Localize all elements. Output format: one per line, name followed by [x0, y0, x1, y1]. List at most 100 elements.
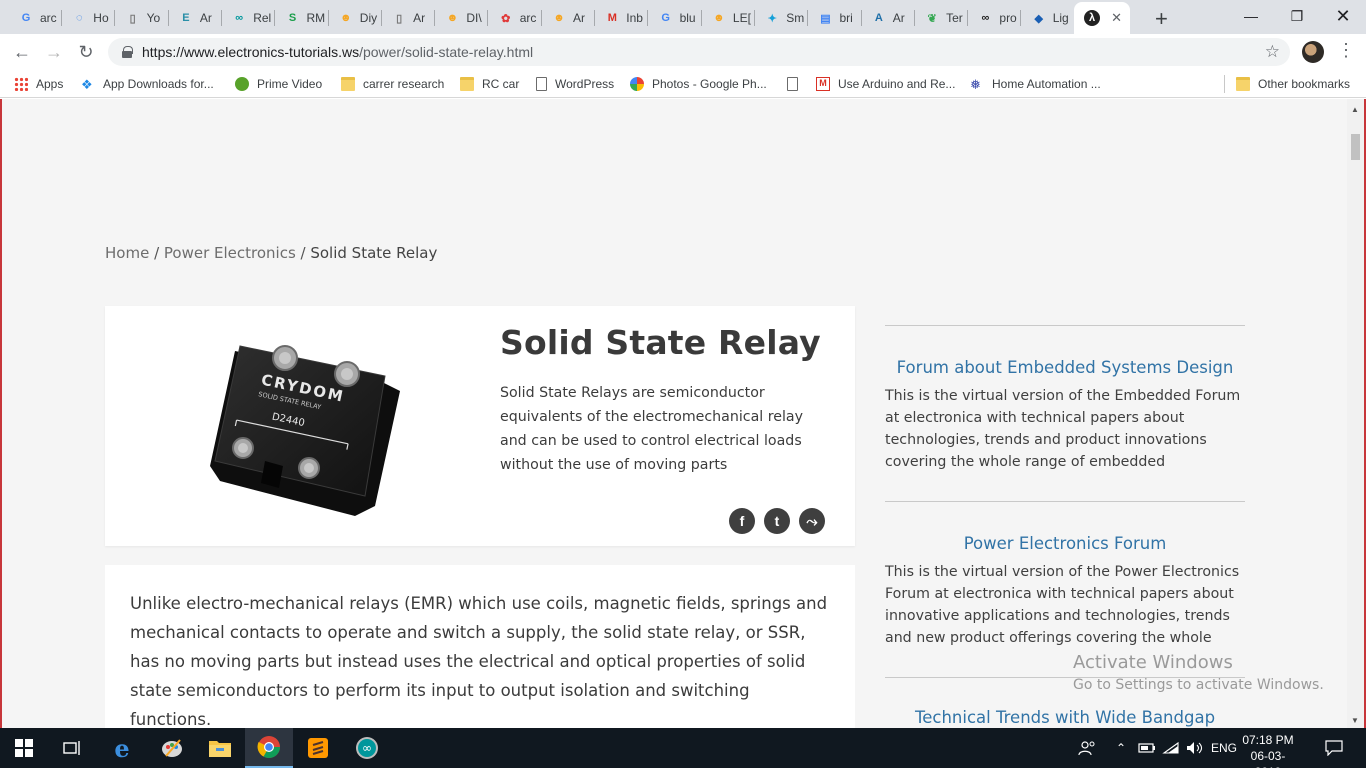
new-tab-button[interactable]: + — [1155, 6, 1168, 32]
browser-tab[interactable]: ▤ bri — [808, 2, 862, 34]
bookmark-rc-car[interactable]: RC car — [460, 75, 519, 93]
bookmark-star-icon[interactable]: ☆ — [1265, 42, 1280, 62]
bookmark-app-downloads[interactable]: ❖ App Downloads for... — [81, 75, 214, 93]
reload-icon[interactable]: ↻ — [74, 41, 98, 63]
tab-title: bri — [839, 11, 853, 25]
sidebar-item-title-link[interactable]: Power Electronics Forum — [885, 534, 1245, 553]
bookmark-untitled[interactable] — [787, 75, 806, 93]
language-indicator[interactable]: ENG — [1211, 728, 1237, 768]
twitter-share-icon[interactable]: t — [764, 508, 790, 534]
browser-tab[interactable]: ▯ Ar — [381, 2, 436, 34]
browser-tab[interactable]: A Ar — [861, 2, 915, 34]
browser-tab[interactable]: ❦ Ter — [914, 2, 969, 34]
svg-text:∞: ∞ — [362, 741, 372, 755]
hub-icon: ❅ — [970, 77, 981, 92]
sidebar-item-power-forum: Power Electronics Forum This is the virt… — [885, 534, 1245, 649]
activate-windows-watermark: Activate Windows Go to Settings to activ… — [1073, 652, 1324, 693]
chrome-browser-icon[interactable] — [245, 728, 293, 768]
bookmark-apps[interactable]: Apps — [14, 75, 63, 93]
share-icon[interactable]: ⤳ — [799, 508, 825, 534]
browser-tab[interactable]: ✿ arc — [488, 2, 542, 34]
gmail-icon: M — [607, 12, 617, 24]
system-clock[interactable]: 07:18 PM 06-03-2019 — [1238, 732, 1298, 768]
article-body-card: Unlike electro-mechanical relays (EMR) w… — [105, 565, 855, 728]
browser-tab[interactable]: ∞ Rel — [221, 2, 276, 34]
browser-tab[interactable]: M Inb — [594, 2, 649, 34]
task-view-icon[interactable] — [48, 728, 96, 768]
scroll-thumb[interactable] — [1351, 134, 1360, 160]
browser-tab[interactable]: ☻ Ar — [541, 2, 595, 34]
arduino-ide-icon[interactable]: ∞ — [343, 728, 391, 768]
bookmark-other-bookmarks[interactable]: Other bookmarks — [1236, 75, 1350, 93]
breadcrumb-home-link[interactable]: Home — [105, 244, 149, 262]
address-bar[interactable]: https://www.electronics-tutorials.ws/pow… — [108, 38, 1290, 66]
forward-icon[interactable]: → — [42, 41, 66, 63]
sidebar-item-title-link[interactable]: Forum about Embedded Systems Design — [885, 358, 1245, 377]
lock-icon[interactable] — [122, 46, 133, 58]
browser-tab[interactable]: ☻ LE[ — [701, 2, 755, 34]
leaf-s-icon: S — [288, 12, 297, 24]
browser-tab[interactable]: Gblu — [648, 2, 702, 34]
page-scrollbar[interactable]: ▲ ▼ — [1347, 99, 1364, 728]
bookmarks-divider — [1224, 75, 1225, 93]
wifi-icon[interactable] — [1162, 728, 1180, 768]
scroll-down-arrow-icon[interactable]: ▼ — [1351, 716, 1359, 725]
article-paragraph: Unlike electro-mechanical relays (EMR) w… — [130, 594, 828, 728]
bookmark-label: WordPress — [555, 77, 615, 91]
url-text[interactable]: https://www.electronics-tutorials.ws/pow… — [142, 44, 533, 60]
tab-title: Ar — [892, 11, 905, 25]
browser-tab[interactable]: ☻ DI\ — [434, 2, 489, 34]
back-icon[interactable]: ← — [10, 41, 34, 63]
browser-tab[interactable]: S RM — [275, 2, 329, 34]
battery-icon[interactable] — [1138, 728, 1156, 768]
scroll-up-arrow-icon[interactable]: ▲ — [1351, 105, 1359, 114]
bookmark-use-arduino[interactable]: M Use Arduino and Re... — [816, 75, 955, 93]
tab-close-icon[interactable]: ✕ — [1111, 10, 1122, 26]
paint-app-icon[interactable] — [148, 728, 196, 768]
close-window-button[interactable]: ✕ — [1320, 0, 1366, 32]
people-icon[interactable] — [1078, 728, 1096, 768]
edge-browser-icon[interactable]: e — [98, 728, 146, 768]
action-center-icon[interactable] — [1325, 728, 1343, 768]
bookmark-prime-video[interactable]: Prime Video — [235, 75, 322, 93]
browser-tab[interactable]: ✦ Sm — [754, 2, 809, 34]
profile-avatar[interactable] — [1302, 41, 1324, 63]
browser-tab[interactable]: ☻ Diy — [328, 2, 382, 34]
instructables-icon: ☻ — [446, 12, 459, 24]
show-hidden-icons-icon[interactable]: ⌃ — [1116, 728, 1126, 768]
tab-title: Lig — [1052, 11, 1069, 25]
browser-tab[interactable]: ∞ pro — [967, 2, 1022, 34]
browser-tab[interactable]: ◆ Lig — [1021, 2, 1075, 34]
volume-icon[interactable] — [1186, 728, 1204, 768]
dropbox-icon: ❖ — [81, 77, 93, 92]
smartthings-icon: ✦ — [767, 12, 777, 25]
bookmark-google-photos[interactable]: Photos - Google Ph... — [630, 75, 767, 93]
page-title: Solid State Relay — [500, 323, 821, 362]
bookmark-label: Home Automation ... — [992, 77, 1101, 91]
sublime-text-icon[interactable] — [294, 728, 342, 768]
browser-tab[interactable]: ▯ Yo — [115, 2, 169, 34]
page-icon: ▯ — [129, 12, 136, 25]
bookmark-wordpress[interactable]: WordPress — [536, 75, 614, 93]
browser-tab[interactable]: Garc — [8, 2, 62, 34]
bookmark-label: Prime Video — [257, 77, 323, 91]
browser-toolbar: ← → ↻ https://www.electronics-tutorials.… — [0, 34, 1366, 70]
restore-button[interactable]: ❐ — [1274, 0, 1320, 32]
menu-dots-icon[interactable]: ⋮ — [1337, 40, 1355, 61]
page-viewport: Home / Power Electronics / Solid State R… — [0, 99, 1366, 728]
electronics-tutorials-icon: λ — [1084, 10, 1100, 26]
facebook-share-icon[interactable]: f — [729, 508, 755, 534]
sidebar-item-title-link[interactable]: Technical Trends with Wide Bandgap — [885, 708, 1245, 727]
bookmarks-bar: Apps ❖ App Downloads for... Prime Video … — [0, 70, 1366, 98]
browser-tab[interactable]: λ ✕ — [1074, 2, 1130, 34]
bookmark-home-automation[interactable]: ❅ Home Automation ... — [970, 75, 1101, 93]
breadcrumb-section-link[interactable]: Power Electronics — [164, 244, 296, 262]
bookmark-carrer-research[interactable]: carrer research — [341, 75, 444, 93]
minimize-button[interactable]: — — [1228, 0, 1274, 32]
windows-start-icon[interactable] — [0, 728, 48, 768]
browser-tab[interactable]: E Ar — [168, 2, 222, 34]
tab-title: arc — [40, 11, 57, 25]
browser-tab[interactable]: ◌ Ho — [61, 2, 116, 34]
clock-date: 06-03-2019 — [1250, 749, 1286, 768]
file-explorer-icon[interactable] — [196, 728, 244, 768]
